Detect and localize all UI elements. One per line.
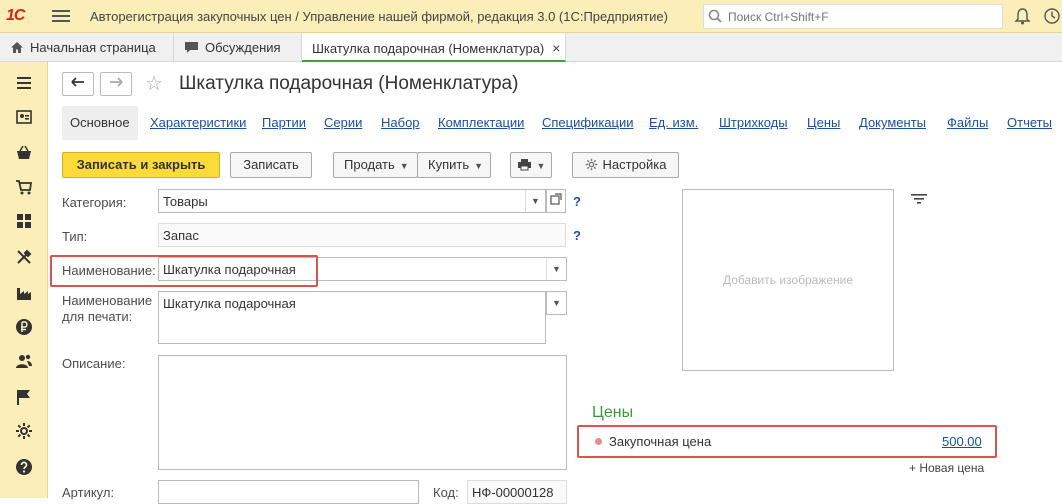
print-name-dropdown[interactable]: ▼ [546,291,567,315]
gear-icon [585,158,597,171]
app-logo: 1С [6,7,25,24]
tabs-bar: Начальная страница Обсуждения Шкатулка п… [0,33,1062,62]
contacts-icon[interactable] [15,108,33,126]
section-tab-barcodes[interactable]: Штрихкоды [719,106,788,140]
section-tab-specifications[interactable]: Спецификации [542,106,634,140]
home-icon [11,42,23,53]
type-label: Тип: [62,229,88,244]
section-tab-units[interactable]: Ед. изм. [649,106,698,140]
page-title: Шкатулка подарочная (Номенклатура) [179,73,519,94]
arrow-left-icon [71,77,84,87]
chevron-down-icon[interactable]: ▼ [546,258,566,280]
type-value: Запас [163,228,199,243]
price-highlight-frame [577,425,997,458]
search-input[interactable] [726,8,996,26]
basket-icon[interactable] [15,144,33,162]
section-tab-kits[interactable]: Комплектации [438,106,524,140]
category-field[interactable]: Товары ▼ [158,189,546,213]
category-help-icon[interactable]: ? [573,194,581,209]
prices-section-title: Цены [592,404,634,421]
star-icon[interactable]: ☆ [145,71,163,96]
name-highlight-frame [50,255,318,287]
sell-button[interactable]: Продать ▼ [333,152,418,178]
chevron-down-icon: ▼ [474,161,484,171]
window-title: Авторегистрация закупочных цен / Управле… [90,9,668,24]
form-content: ☆ Шкатулка подарочная (Номенклатура) Осн… [48,62,1062,504]
settings-label: Настройка [602,157,667,172]
sidebar [0,62,48,498]
help-icon[interactable] [15,458,33,476]
chevron-down-icon[interactable]: ▼ [525,190,545,212]
section-tab-series[interactable]: Серии [324,106,362,140]
save-and-close-button[interactable]: Записать и закрыть [62,152,220,178]
section-tab-characteristics[interactable]: Характеристики [150,106,246,140]
chevron-down-icon: ▼ [536,161,546,171]
chevron-down-icon: ▼ [399,161,409,171]
arrow-right-icon [110,77,123,87]
factory-icon[interactable] [15,284,33,302]
forward-button[interactable] [100,72,132,96]
section-tab-documents[interactable]: Документы [859,106,926,140]
tools-icon[interactable] [15,248,33,266]
section-tab-main[interactable]: Основное [62,106,138,140]
gear-icon[interactable] [15,422,33,440]
article-field[interactable] [158,480,419,504]
print-name-label-line1: Наименование [62,293,153,308]
description-field[interactable] [158,355,567,470]
tab-discussions[interactable]: Обсуждения [174,33,302,62]
type-field[interactable]: Запас [158,223,566,247]
print-name-value: Шкатулка подарочная [163,296,296,311]
tab-home[interactable]: Начальная страница [0,33,174,62]
filter-menu-icon[interactable] [911,193,927,205]
open-category-button[interactable] [546,189,566,213]
section-tab-prices[interactable]: Цены [807,106,840,140]
tab-label: Обсуждения [205,40,281,55]
bell-icon[interactable] [1014,7,1031,25]
save-button[interactable]: Записать [230,152,312,178]
tab-label: Шкатулка подарочная (Номенклатура) [312,41,545,56]
buy-button[interactable]: Купить ▼ [417,152,491,178]
cart-icon[interactable] [15,178,33,196]
image-placeholder[interactable]: Добавить изображение [682,189,894,371]
category-value: Товары [163,194,208,209]
settings-button[interactable]: Настройка [572,152,679,178]
ruble-icon[interactable] [15,318,33,336]
tab-item-card[interactable]: Шкатулка подарочная (Номенклатура) × [302,33,566,62]
sell-label: Продать [344,157,395,172]
section-tab-set[interactable]: Набор [381,106,420,140]
hamburger-menu-icon[interactable] [52,7,70,25]
history-icon[interactable] [1043,7,1061,25]
section-tab-files[interactable]: Файлы [947,106,988,140]
title-bar: 1С Авторегистрация закупочных цен / Упра… [0,0,1062,33]
new-price-link[interactable]: + Новая цена [909,461,984,475]
users-icon[interactable] [15,352,33,370]
search-icon [708,9,722,23]
flag-icon[interactable] [15,388,33,406]
print-name-field[interactable]: Шкатулка подарочная [158,291,546,344]
menu-list-icon[interactable] [15,74,33,92]
search-box[interactable] [703,4,1003,29]
code-field[interactable]: НФ-00000128 [467,480,567,504]
section-tab-reports[interactable]: Отчеты [1007,106,1052,140]
add-image-text: Добавить изображение [722,273,854,287]
open-icon [550,193,562,205]
buy-label: Купить [428,157,470,172]
chat-icon [185,42,198,53]
printer-icon [517,159,531,171]
close-icon[interactable]: × [552,40,560,56]
print-name-label-line2: для печати: [62,309,133,324]
type-help-icon[interactable]: ? [573,228,581,243]
category-label: Категория: [62,195,127,210]
tab-label: Начальная страница [30,40,156,55]
section-tabs: Основное Характеристики Партии Серии Наб… [62,106,1062,140]
grid-icon[interactable] [15,212,33,230]
print-button[interactable]: ▼ [510,152,552,178]
back-button[interactable] [62,72,94,96]
section-tab-batches[interactable]: Партии [262,106,306,140]
description-label: Описание: [62,356,126,371]
